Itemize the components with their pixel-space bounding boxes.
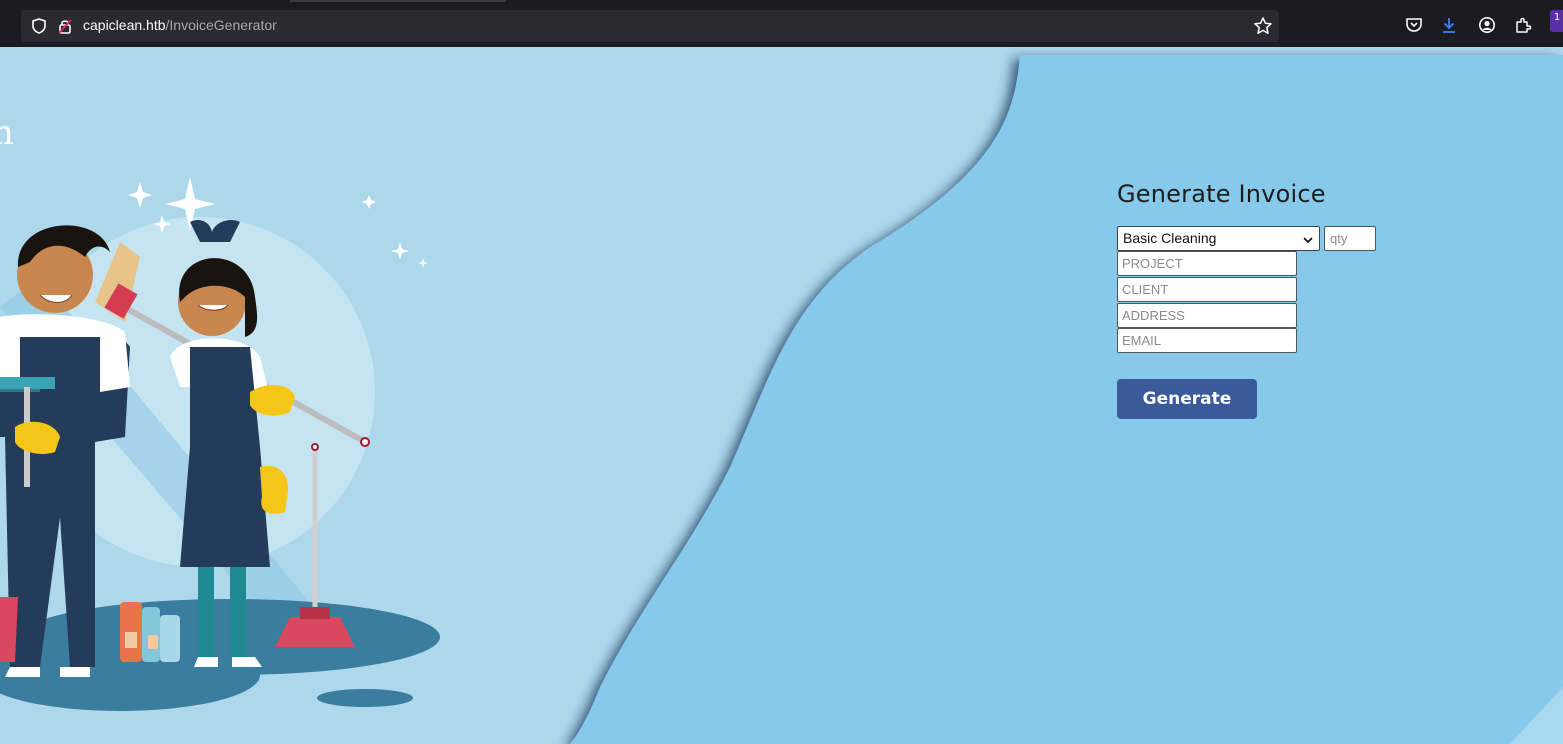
bookmark-star-icon[interactable] xyxy=(1253,16,1273,40)
pocket-icon[interactable] xyxy=(1405,16,1423,38)
address-input[interactable] xyxy=(1117,303,1297,328)
chevron-down-icon xyxy=(1302,232,1314,251)
generate-button[interactable]: Generate xyxy=(1117,379,1257,419)
invoice-form: Generate Invoice Basic Cleaning Generate xyxy=(1117,180,1437,419)
service-select-value: Basic Cleaning xyxy=(1123,230,1217,246)
qty-input[interactable] xyxy=(1324,226,1376,251)
downloads-icon[interactable] xyxy=(1440,16,1458,38)
client-input[interactable] xyxy=(1117,277,1297,302)
active-tab-indicator xyxy=(290,0,506,2)
extensions-icon[interactable] xyxy=(1514,16,1532,38)
url-path: /InvoiceGenerator xyxy=(165,17,277,33)
project-input[interactable] xyxy=(1117,251,1297,276)
url-text[interactable]: capiclean.htb/InvoiceGenerator xyxy=(83,17,277,33)
cleaners-illustration xyxy=(0,177,440,711)
extension-badge[interactable]: 1 xyxy=(1550,10,1563,32)
service-select[interactable]: Basic Cleaning xyxy=(1117,226,1320,251)
browser-toolbar: capiclean.htb/InvoiceGenerator 1 xyxy=(0,0,1563,48)
shield-icon[interactable] xyxy=(30,17,48,39)
insecure-lock-icon[interactable] xyxy=(56,17,74,39)
url-host: capiclean.htb xyxy=(83,17,166,33)
email-input[interactable] xyxy=(1117,328,1297,353)
account-icon[interactable] xyxy=(1478,16,1496,38)
page-content: n Generate Invoice Basic Cleaning qty PR… xyxy=(0,47,1563,744)
address-bar[interactable]: capiclean.htb/InvoiceGenerator xyxy=(21,10,1279,42)
hero-heading-fragment: n xyxy=(0,113,14,153)
form-title: Generate Invoice xyxy=(1117,180,1326,208)
